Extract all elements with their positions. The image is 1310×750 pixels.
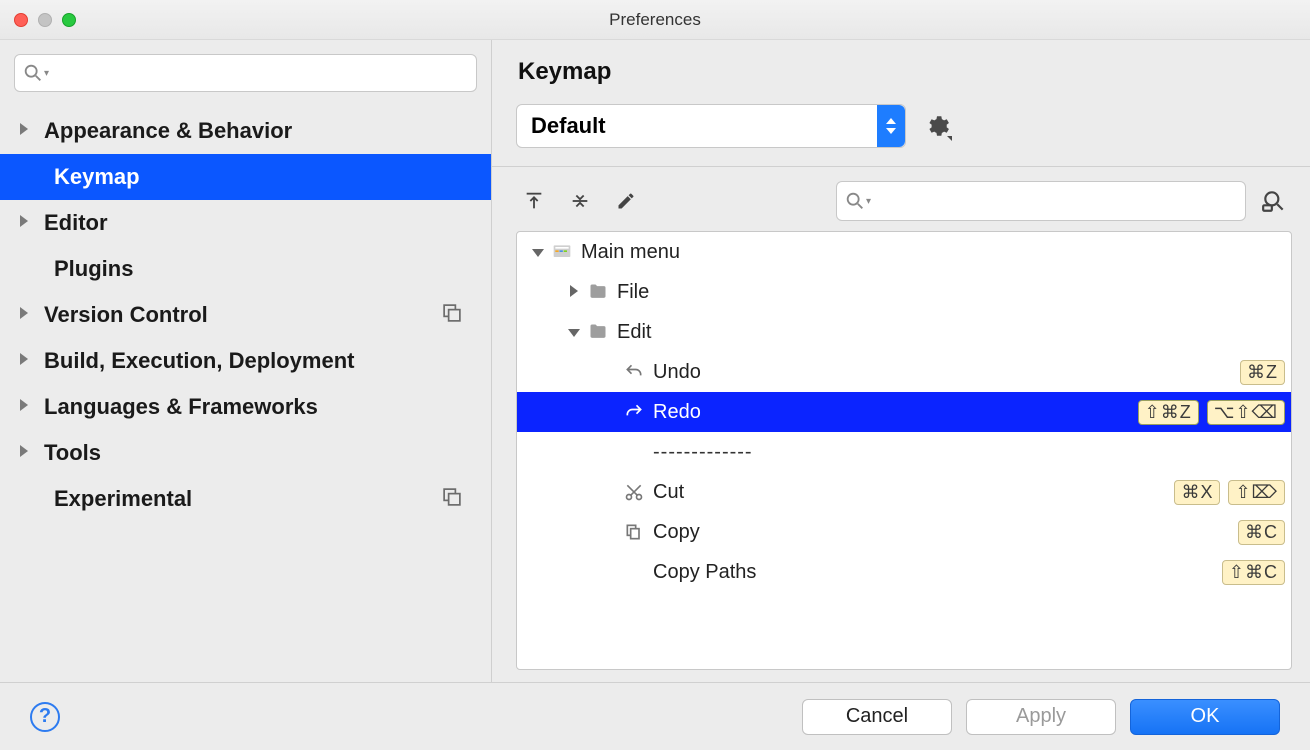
menu-icon — [549, 242, 575, 262]
collapse-all-button[interactable] — [562, 183, 598, 219]
sidebar: ▾ Appearance & Behavior Keymap Editor Plugi… — [0, 40, 492, 682]
sidebar-item-languages-frameworks[interactable]: Languages & Frameworks — [0, 384, 491, 430]
copy-icon — [621, 522, 647, 542]
keymap-row-cut[interactable]: Cut ⌘X ⇧⌦ — [517, 472, 1291, 512]
dialog-footer: ? Cancel Apply OK — [0, 682, 1310, 750]
sidebar-item-appearance-behavior[interactable]: Appearance & Behavior — [0, 108, 491, 154]
keymap-row-label: Redo — [647, 401, 701, 424]
sidebar-item-keymap[interactable]: Keymap — [0, 154, 491, 200]
keymap-row-redo[interactable]: Redo ⇧⌘Z ⌥⇧⌫ — [517, 392, 1291, 432]
keymap-scheme-value: Default — [531, 113, 606, 139]
chevron-right-icon — [20, 306, 44, 324]
settings-tree: Appearance & Behavior Keymap Editor Plugins… — [0, 102, 491, 682]
titlebar: Preferences — [0, 0, 1310, 40]
keymap-tree[interactable]: Main menu File Edit Undo ⌘Z Redo ⇧⌘Z ⌥⇧⌫ -------… — [516, 231, 1292, 670]
zoom-window-button[interactable] — [62, 13, 76, 27]
dropdown-caret-icon — [877, 105, 905, 147]
sidebar-item-label: Tools — [44, 440, 101, 466]
shortcut-badges: ⌘C — [1238, 520, 1291, 545]
main-panel: Keymap Default — [492, 40, 1310, 682]
folder-icon — [585, 282, 611, 302]
chevron-right-icon — [20, 122, 44, 140]
window-title: Preferences — [0, 10, 1310, 30]
ok-button[interactable]: OK — [1130, 699, 1280, 735]
window-controls — [14, 13, 76, 27]
chevron-down-icon — [527, 244, 549, 260]
close-window-button[interactable] — [14, 13, 28, 27]
sidebar-item-label: Experimental — [54, 486, 192, 512]
shortcut-badge: ⌘Z — [1240, 360, 1285, 385]
sidebar-item-experimental[interactable]: Experimental — [0, 476, 491, 522]
keymap-row-label: Cut — [647, 481, 684, 504]
action-search[interactable]: ▾ — [836, 181, 1246, 221]
cut-icon — [621, 482, 647, 502]
apply-button[interactable]: Apply — [966, 699, 1116, 735]
sidebar-item-label: Plugins — [54, 256, 133, 282]
shortcut-badges: ⌘X ⇧⌦ — [1174, 480, 1291, 505]
divider — [492, 166, 1310, 167]
sidebar-item-label: Version Control — [44, 302, 208, 328]
keymap-row-label: Main menu — [575, 241, 680, 264]
shortcut-badge: ⇧⌘Z — [1138, 400, 1199, 425]
shortcut-badges: ⌘Z — [1240, 360, 1291, 385]
shortcut-badge: ⇧⌘C — [1222, 560, 1285, 585]
undo-icon — [621, 362, 647, 382]
chevron-right-icon — [20, 214, 44, 232]
sidebar-item-label: Languages & Frameworks — [44, 394, 318, 420]
sidebar-item-editor[interactable]: Editor — [0, 200, 491, 246]
minimize-window-button[interactable] — [38, 13, 52, 27]
keymap-row-edit[interactable]: Edit — [517, 312, 1291, 352]
help-button[interactable]: ? — [30, 702, 60, 732]
chevron-right-icon — [20, 398, 44, 416]
sidebar-item-tools[interactable]: Tools — [0, 430, 491, 476]
shortcut-badge: ⌘C — [1238, 520, 1285, 545]
keymap-scheme-select[interactable]: Default — [516, 104, 906, 148]
keymap-row-label: Edit — [611, 321, 651, 344]
shortcut-badges: ⇧⌘Z ⌥⇧⌫ — [1138, 400, 1291, 425]
shortcut-badge: ⌘X — [1174, 480, 1220, 505]
search-icon: ▾ — [22, 62, 49, 84]
page-title: Keymap — [518, 58, 1292, 86]
keymap-row-label: File — [611, 281, 649, 304]
sidebar-item-build-execution-deployment[interactable]: Build, Execution, Deployment — [0, 338, 491, 384]
project-scope-icon — [443, 486, 461, 512]
find-by-shortcut-button[interactable] — [1256, 183, 1292, 219]
keymap-row-copy-paths[interactable]: Copy Paths ⇧⌘C — [517, 552, 1291, 592]
sidebar-search[interactable]: ▾ — [14, 54, 477, 92]
chevron-right-icon — [563, 284, 585, 300]
keymap-row-main-menu[interactable]: Main menu — [517, 232, 1291, 272]
shortcut-badges: ⇧⌘C — [1222, 560, 1291, 585]
keymap-separator: ------------- — [517, 432, 1291, 472]
sidebar-item-version-control[interactable]: Version Control — [0, 292, 491, 338]
edit-shortcut-button[interactable] — [608, 183, 644, 219]
sidebar-item-plugins[interactable]: Plugins — [0, 246, 491, 292]
keymap-row-file[interactable]: File — [517, 272, 1291, 312]
keymap-row-label: Copy Paths — [647, 561, 756, 584]
shortcut-badge: ⌥⇧⌫ — [1207, 400, 1285, 425]
keymap-actions-gear[interactable] — [924, 113, 950, 139]
sidebar-search-input[interactable] — [14, 54, 477, 92]
keymap-row-label: ------------- — [647, 441, 753, 464]
search-icon: ▾ — [844, 190, 871, 212]
keymap-row-label: Copy — [647, 521, 700, 544]
chevron-right-icon — [20, 444, 44, 462]
keymap-row-copy[interactable]: Copy ⌘C — [517, 512, 1291, 552]
expand-all-button[interactable] — [516, 183, 552, 219]
sidebar-item-label: Editor — [44, 210, 108, 236]
project-scope-icon — [443, 302, 461, 328]
folder-icon — [585, 322, 611, 342]
shortcut-badge: ⇧⌦ — [1228, 480, 1285, 505]
action-search-input[interactable] — [836, 181, 1246, 221]
chevron-down-icon — [563, 324, 585, 340]
chevron-right-icon — [20, 352, 44, 370]
keymap-row-undo[interactable]: Undo ⌘Z — [517, 352, 1291, 392]
cancel-button[interactable]: Cancel — [802, 699, 952, 735]
sidebar-item-label: Appearance & Behavior — [44, 118, 292, 144]
sidebar-item-label: Build, Execution, Deployment — [44, 348, 354, 374]
redo-icon — [621, 402, 647, 422]
keymap-row-label: Undo — [647, 361, 701, 384]
sidebar-item-label: Keymap — [54, 164, 140, 190]
